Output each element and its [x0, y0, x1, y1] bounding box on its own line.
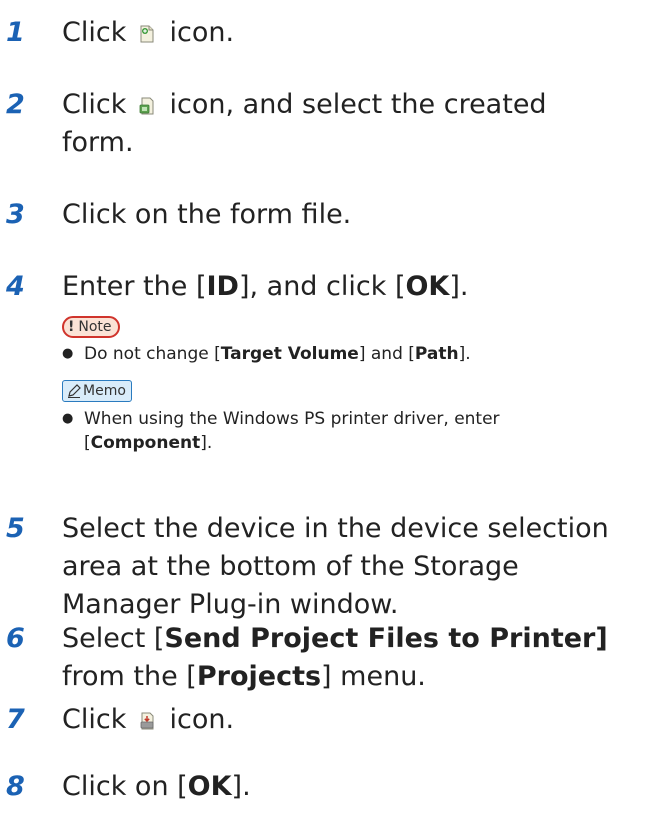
- note-block: ! Note ● Do not change [Target Volume] an…: [62, 316, 655, 366]
- step-text-part: Select [: [62, 623, 165, 654]
- step-text-line: Manager Plug-in window.: [62, 589, 399, 620]
- step-text-line: form.: [62, 127, 134, 158]
- step-text-bold: Send Project Files to Printer]: [164, 623, 608, 654]
- note-badge: ! Note: [62, 316, 120, 338]
- memo-bullet: ● When using the Windows PS printer driv…: [62, 407, 655, 455]
- step-text-part: ].: [449, 271, 469, 302]
- step-4: 4 Enter the [ID], and click [OK]. ! Note …: [0, 268, 655, 455]
- step-text: Select [Send Project Files to Printer] fr…: [62, 620, 608, 696]
- step-8: 8 Click on [OK].: [0, 768, 655, 806]
- step-text-part: Enter the [: [62, 271, 207, 302]
- step-text: Click icon.: [62, 14, 234, 52]
- step-text: Enter the [ID], and click [OK].: [62, 268, 468, 306]
- step-7: 7 Click icon.: [0, 701, 655, 739]
- step-number: 2: [6, 89, 25, 120]
- step-text-part: icon.: [160, 17, 235, 48]
- step-text-bold: Projects: [196, 661, 322, 692]
- memo-block: Memo ● When using the Windows PS printer…: [62, 380, 655, 455]
- step-text: Click icon.: [62, 701, 234, 739]
- pencil-icon: [68, 384, 81, 398]
- step-5: 5 Select the device in the device select…: [0, 510, 655, 624]
- step-6: 6 Select [Send Project Files to Printer]…: [0, 620, 655, 696]
- note-text-part: Do not change [: [84, 344, 221, 364]
- step-text-part: Click: [62, 704, 135, 735]
- step-3: 3 Click on the form file.: [0, 196, 655, 234]
- step-text-line: Select the device in the device selectio…: [62, 513, 609, 544]
- note-text-bold: Path: [414, 344, 459, 364]
- exclamation-icon: !: [68, 319, 75, 335]
- memo-text-bold: Component: [90, 433, 201, 453]
- memo-text-part: ].: [200, 433, 213, 453]
- step-text-part: ] menu.: [321, 661, 426, 692]
- step-1: 1 Click icon.: [0, 14, 655, 52]
- step-text-part: ], and click [: [238, 271, 406, 302]
- step-text-part: icon.: [160, 704, 235, 735]
- step-text-part: Click on [: [62, 771, 188, 802]
- step-number: 5: [6, 513, 25, 544]
- step-text-bold: ID: [206, 271, 239, 302]
- step-text: Click on [OK].: [62, 768, 251, 806]
- memo-label: Memo: [83, 383, 126, 399]
- step-number: 1: [6, 17, 25, 48]
- step-text: Click icon, and select the created form.: [62, 86, 547, 162]
- note-text-part: ] and [: [358, 344, 415, 364]
- step-number: 7: [6, 704, 25, 735]
- step-text-line: area at the bottom of the Storage: [62, 551, 519, 582]
- step-2: 2 Click icon, and select the created form…: [0, 86, 655, 162]
- instruction-page: 1 Click icon. 2 Click icon, and select t…: [0, 0, 655, 816]
- memo-text-part: [: [84, 433, 91, 453]
- step-text-part: Click: [62, 17, 135, 48]
- step-text: Select the device in the device selectio…: [62, 510, 609, 624]
- note-text-part: ].: [458, 344, 471, 364]
- note-text-bold: Target Volume: [220, 344, 359, 364]
- step-text: Click on the form file.: [62, 199, 352, 230]
- step-text-bold: OK: [405, 271, 450, 302]
- step-text-bold: OK: [187, 771, 232, 802]
- step-text-part: icon, and select the created: [160, 89, 547, 120]
- bullet-icon: ●: [62, 346, 74, 361]
- note-bullet: ● Do not change [Target Volume] and [Pat…: [62, 342, 655, 366]
- memo-badge: Memo: [62, 380, 132, 402]
- note-text: Do not change [Target Volume] and [Path]…: [84, 342, 471, 366]
- step-text-part: from the [: [62, 661, 197, 692]
- step-number: 4: [6, 271, 25, 302]
- open-form-icon: [139, 97, 155, 115]
- step-number: 8: [6, 771, 25, 802]
- step-text-part: Click: [62, 89, 135, 120]
- send-to-printer-icon: [139, 712, 155, 730]
- new-form-icon: [139, 25, 155, 43]
- memo-text-line: When using the Windows PS printer driver…: [84, 409, 500, 429]
- memo-text: When using the Windows PS printer driver…: [84, 407, 500, 455]
- step-number: 3: [6, 199, 25, 230]
- step-text-part: ].: [231, 771, 251, 802]
- bullet-icon: ●: [62, 411, 74, 426]
- note-label: Note: [78, 319, 112, 335]
- step-number: 6: [6, 623, 25, 654]
